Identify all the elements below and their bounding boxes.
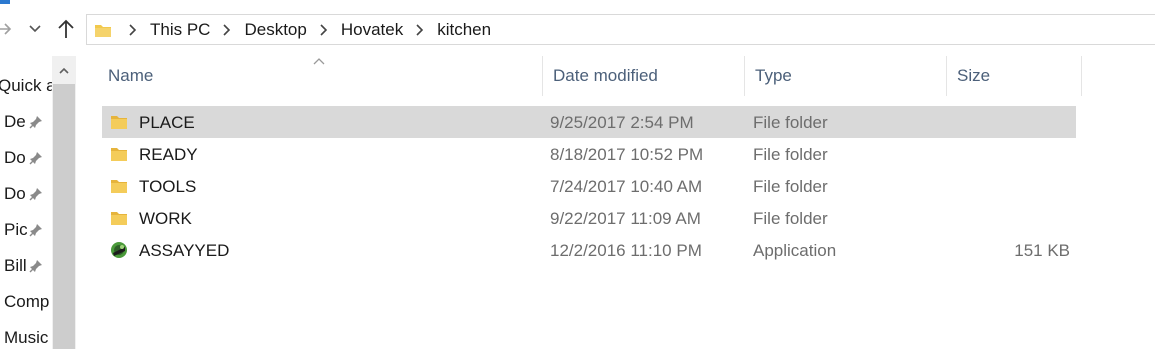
file-row-tools[interactable]: TOOLS 7/24/2017 10:40 AM File folder xyxy=(102,170,1076,202)
file-row-place[interactable]: PLACE 9/25/2017 2:54 PM File folder xyxy=(102,106,1076,138)
nav-item-pictures[interactable]: Pic xyxy=(0,215,52,245)
file-type: File folder xyxy=(753,209,828,228)
nav-item-label: Do xyxy=(4,184,26,203)
file-type: File folder xyxy=(753,177,828,196)
chevron-down-icon xyxy=(29,25,41,33)
nav-list: Quick a De Do Do Pic Bill Comp Music xyxy=(0,56,52,349)
column-header-type[interactable]: Type xyxy=(744,56,946,96)
file-date: 9/22/2017 11:09 AM xyxy=(550,209,701,228)
arrow-right-icon xyxy=(0,23,12,35)
forward-button[interactable] xyxy=(0,10,14,48)
nav-item-label: Do xyxy=(4,148,26,167)
file-date: 12/2/2016 11:10 PM xyxy=(550,241,702,260)
file-type: Application xyxy=(753,241,837,260)
file-row-assayyed[interactable]: ASSAYYED 12/2/2016 11:10 PM Application … xyxy=(102,234,1076,266)
file-name: PLACE xyxy=(139,113,195,132)
address-bar[interactable]: This PC Desktop Hovatek kitchen xyxy=(86,14,1155,45)
breadcrumb-desktop[interactable]: Desktop xyxy=(241,20,309,40)
nav-item-downloads[interactable]: Do xyxy=(0,143,52,173)
nav-item-documents[interactable]: Do xyxy=(0,179,52,209)
nav-item-label: Bill xyxy=(4,256,27,275)
folder-icon xyxy=(111,212,127,225)
file-list: Name Date modified Type Size PLACE 9/25/… xyxy=(76,56,1155,349)
nav-item-bill[interactable]: Bill xyxy=(0,251,52,281)
file-type: File folder xyxy=(753,145,828,164)
folder-icon xyxy=(95,24,111,37)
file-date: 8/18/2017 10:52 PM xyxy=(550,145,704,164)
file-date: 7/24/2017 10:40 AM xyxy=(550,177,703,196)
file-name: WORK xyxy=(139,209,192,228)
folder-icon xyxy=(111,180,127,193)
nav-item-label: De xyxy=(4,112,26,131)
chevron-right-icon[interactable] xyxy=(317,23,331,37)
recent-locations-button[interactable] xyxy=(24,10,46,48)
chevron-up-icon xyxy=(59,67,69,74)
chevron-right-icon[interactable] xyxy=(413,23,427,37)
window-accent xyxy=(0,0,10,4)
nav-item-desktop[interactable]: De xyxy=(0,107,52,137)
pin-icon xyxy=(29,224,42,237)
up-button[interactable] xyxy=(52,10,80,48)
file-name: READY xyxy=(139,145,198,164)
navigation-bar: This PC Desktop Hovatek kitchen xyxy=(0,10,1155,48)
nav-item-label: Music xyxy=(4,328,49,347)
nav-item-label: Quick a xyxy=(0,76,52,95)
pin-icon xyxy=(29,116,42,129)
nav-item-label: Pic xyxy=(4,220,27,239)
file-name: ASSAYYED xyxy=(139,241,230,260)
column-header-name[interactable]: Name xyxy=(98,56,542,96)
pin-icon xyxy=(29,152,42,165)
chevron-right-icon[interactable] xyxy=(126,23,140,37)
file-date: 9/25/2017 2:54 PM xyxy=(550,113,694,132)
nav-item-music[interactable]: Music xyxy=(0,323,52,349)
file-row-work[interactable]: WORK 9/22/2017 11:09 AM File folder xyxy=(102,202,1076,234)
breadcrumb-hovatek[interactable]: Hovatek xyxy=(338,20,406,40)
file-name: TOOLS xyxy=(139,177,197,196)
arrow-up-icon xyxy=(58,19,74,38)
file-type: File folder xyxy=(753,113,828,132)
file-row-ready[interactable]: READY 8/18/2017 10:52 PM File folder xyxy=(102,138,1076,170)
folder-icon xyxy=(111,116,127,129)
nav-pane-scrollbar[interactable] xyxy=(52,56,76,349)
column-header-size[interactable]: Size xyxy=(946,56,1082,96)
chevron-right-icon[interactable] xyxy=(220,23,234,37)
folder-icon xyxy=(111,148,127,161)
file-size: 151 KB xyxy=(1014,241,1070,260)
column-header-date-modified[interactable]: Date modified xyxy=(542,56,744,96)
breadcrumb-this-pc[interactable]: This PC xyxy=(147,20,213,40)
pin-icon xyxy=(29,188,42,201)
nav-item-quick-access[interactable]: Quick a xyxy=(0,71,52,101)
nav-item-label: Comp xyxy=(4,292,50,311)
nav-item-computer[interactable]: Comp xyxy=(0,287,52,317)
scroll-thumb[interactable] xyxy=(53,84,75,349)
application-icon xyxy=(111,242,127,258)
scroll-up-button[interactable] xyxy=(52,56,76,84)
navigation-pane: Quick a De Do Do Pic Bill Comp Music xyxy=(0,56,76,349)
breadcrumb-kitchen[interactable]: kitchen xyxy=(434,20,494,40)
pin-icon xyxy=(29,260,42,273)
